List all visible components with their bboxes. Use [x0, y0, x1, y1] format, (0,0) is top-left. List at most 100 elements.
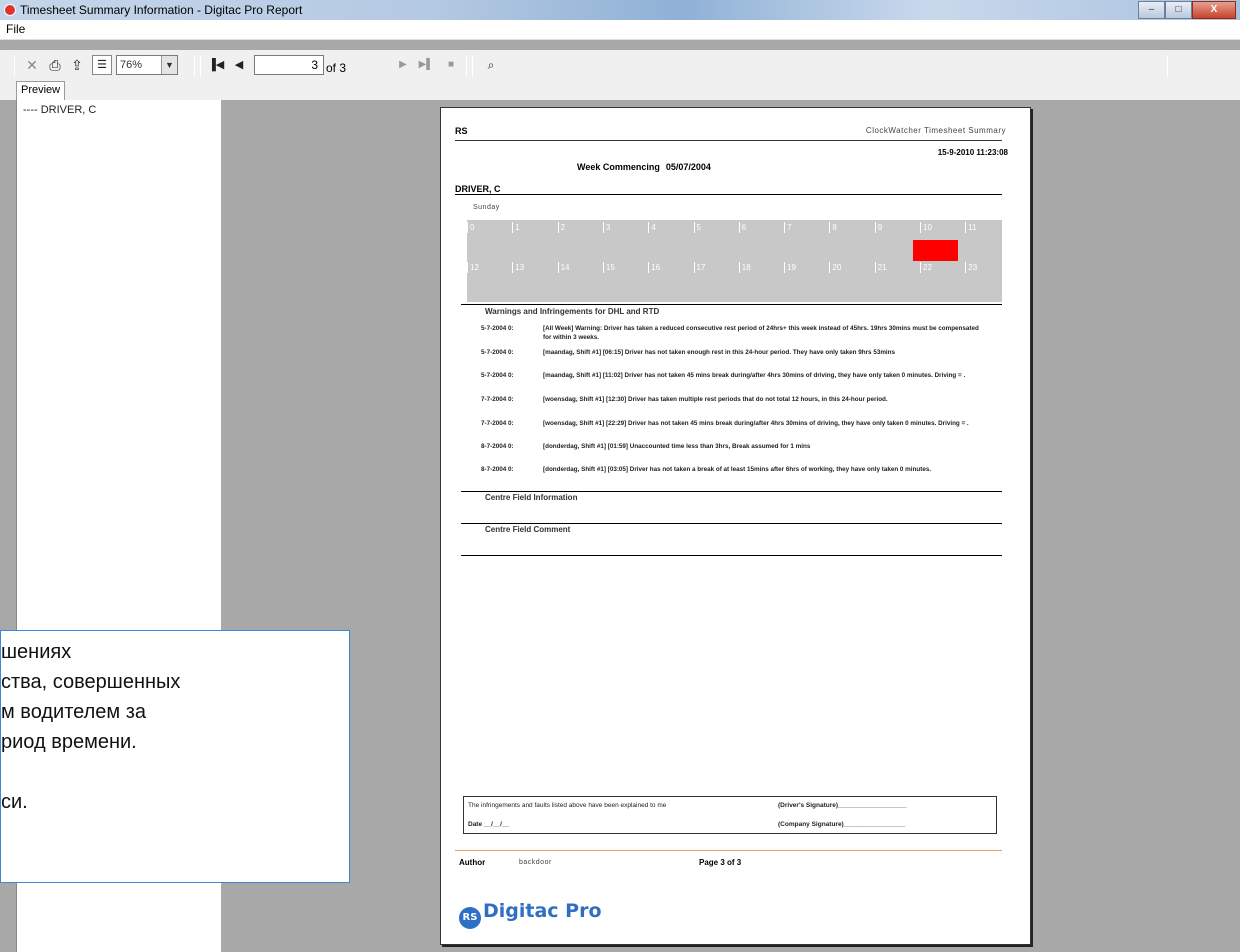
week-date: 05/07/2004 — [665, 162, 711, 172]
hour-label: 0 — [467, 222, 474, 233]
hour-label: 18 — [738, 262, 751, 273]
app-icon — [4, 4, 16, 16]
first-page-icon[interactable]: ▐◀ — [208, 56, 224, 74]
callout-line: риод времени. — [1, 731, 137, 753]
week-label: Week Commencing — [577, 162, 660, 172]
toolbar-separator — [1167, 55, 1168, 77]
report-page: RS ClockWatcher Timesheet Summary 15-9-2… — [440, 107, 1031, 945]
hour-label: 6 — [738, 222, 746, 233]
callout-line: си. — [1, 791, 28, 813]
warning-row: 8-7-2004 0: [donderdag, Shift #1] [03:05]… — [481, 465, 981, 485]
hour-label: 5 — [693, 222, 701, 233]
warning-row: 5-7-2004 0: [All Week] Warning: Driver ha… — [481, 324, 981, 344]
warning-row: 5-7-2004 0: [maandag, Shift #1] [06:15] D… — [481, 348, 981, 368]
week-commencing: Week Commencing 05/07/2004 — [571, 162, 711, 172]
chevron-down-icon[interactable]: ▼ — [161, 56, 177, 74]
tab-preview[interactable]: Preview — [16, 81, 66, 100]
export-icon[interactable]: ⇪ — [68, 56, 86, 74]
warning-text: [donderdag, Shift #1] [01:59] Unaccounte… — [543, 443, 811, 450]
driver-rule — [455, 194, 1002, 195]
warning-row: 8-7-2004 0: [donderdag, Shift #1] [01:59]… — [481, 442, 981, 462]
warnings-title: Warnings and Infringements for DHL and R… — [485, 307, 660, 316]
day-label: Sunday — [473, 204, 500, 211]
zoom-value: 76% — [120, 59, 143, 71]
hour-label: 14 — [557, 262, 570, 273]
callout-line: шениях — [1, 641, 72, 663]
section-rule — [461, 491, 1002, 492]
last-page-icon[interactable]: ▶▌ — [418, 56, 434, 74]
print-icon[interactable]: ⎙ — [46, 56, 64, 74]
hour-label: 3 — [602, 222, 610, 233]
report-header-left: RS — [455, 126, 468, 136]
warning-text: [maandag, Shift #1] [06:15] Driver has n… — [543, 349, 896, 356]
report-datetime: 15-9-2010 11:23:08 — [937, 148, 1008, 157]
hour-label: 8 — [829, 222, 837, 233]
title-bar: Timesheet Summary Information - Digitac … — [0, 0, 1240, 20]
warning-text: [All Week] Warning: Driver has taken a r… — [543, 325, 979, 341]
prev-page-icon[interactable]: ◀ — [232, 56, 246, 74]
minimize-button[interactable]: – — [1138, 1, 1165, 19]
next-page-icon[interactable]: ▶ — [396, 56, 410, 74]
hour-label: 22 — [920, 262, 932, 273]
driver-name: DRIVER, C — [455, 184, 501, 194]
warning-text: [woensdag, Shift #1] [22:29] Driver has … — [543, 420, 969, 427]
warning-date: 5-7-2004 0: — [481, 349, 514, 356]
activity-chart: 0 1 2 3 4 5 6 7 8 9 10 11 12 13 14 15 16 17 18 19 20 21 22 23 — [467, 220, 1002, 302]
close-window-button[interactable]: X — [1192, 1, 1236, 19]
hour-label: 16 — [648, 262, 660, 273]
toolbar-separator — [200, 55, 201, 77]
maximize-button[interactable]: □ — [1165, 1, 1192, 19]
logo-text: Digitac Pro — [483, 900, 602, 922]
stop-icon[interactable]: ■ — [444, 56, 458, 74]
toolbar-separator — [14, 55, 15, 77]
warning-date: 7-7-2004 0: — [481, 396, 514, 403]
footer-rule — [455, 850, 1002, 851]
hour-label: 13 — [512, 262, 524, 273]
hour-label: 20 — [829, 262, 841, 273]
page-number-input[interactable]: 3 — [254, 55, 324, 75]
toolbar-separator — [194, 55, 195, 77]
warning-date: 8-7-2004 0: — [481, 466, 514, 473]
menu-file[interactable]: File — [6, 22, 25, 36]
hour-label: 4 — [648, 222, 656, 233]
activity-block — [913, 240, 958, 261]
warning-text: [woensdag, Shift #1] [12:30] Driver has … — [543, 396, 888, 403]
hour-label: 1 — [512, 222, 520, 233]
zoom-select[interactable]: 76% ▼ — [116, 55, 178, 75]
hour-label: 10 — [920, 222, 932, 233]
warning-text: [maandag, Shift #1] [11:02] Driver has n… — [543, 372, 966, 379]
signature-statement: The infringements and faults listed abov… — [468, 802, 667, 809]
close-icon[interactable]: ✕ — [24, 56, 40, 74]
hour-label: 17 — [693, 262, 705, 273]
menu-bar: File — [0, 20, 1240, 40]
author-label: Author — [459, 858, 486, 867]
warning-date: 7-7-2004 0: — [481, 420, 514, 427]
window-title: Timesheet Summary Information - Digitac … — [20, 3, 303, 17]
centre-field-information: Centre Field Information — [485, 493, 578, 502]
company-signature-line: (Company Signature)_________________ — [778, 821, 906, 828]
warning-row: 7-7-2004 0: [woensdag, Shift #1] [22:29] … — [481, 419, 981, 439]
toolbar: ✕ ⎙ ⇪ ☰ 76% ▼ ▐◀ ◀ 3 of 3 ▶ ▶▌ ■ ⌕ — [0, 50, 1240, 80]
warning-date: 8-7-2004 0: — [481, 443, 514, 450]
tree-item-driver[interactable]: ---- DRIVER, C — [23, 104, 96, 116]
callout-line: ства, совершенных — [1, 671, 181, 693]
warning-date: 5-7-2004 0: — [481, 372, 514, 379]
driver-signature-line: (Driver's Signature)___________________ — [778, 802, 907, 809]
author-value: backdoor — [519, 859, 552, 866]
hour-label: 9 — [874, 222, 882, 233]
hour-label: 15 — [602, 262, 615, 273]
section-rule — [461, 304, 1002, 305]
header-rule — [455, 140, 1002, 141]
window-controls: – □ X — [1138, 1, 1236, 19]
digitac-logo: RS Digitac Pro — [459, 900, 602, 929]
annotation-callout: шениях ства, совершенных м водителем за рио… — [0, 630, 350, 883]
section-rule — [461, 523, 1002, 524]
warning-row: 7-7-2004 0: [woensdag, Shift #1] [12:30] … — [481, 395, 981, 415]
page-indicator: Page 3 of 3 — [699, 858, 742, 867]
tree-toggle-icon[interactable]: ☰ — [92, 55, 112, 75]
find-icon[interactable]: ⌕ — [482, 56, 500, 74]
signature-box: The infringements and faults listed abov… — [463, 796, 997, 834]
hour-label: 11 — [965, 222, 977, 233]
toolbar-separator — [472, 55, 473, 77]
report-header-right: ClockWatcher Timesheet Summary — [865, 126, 1006, 135]
